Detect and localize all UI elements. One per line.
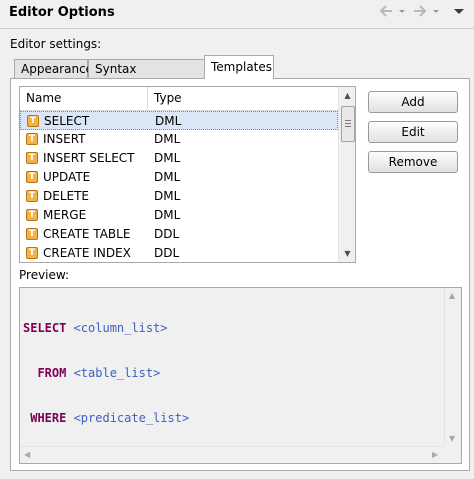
table-row[interactable]: T CREATE INDEX DDL — [20, 244, 338, 262]
table-row[interactable]: T DELETE DML — [20, 187, 338, 206]
table-vertical-scrollbar[interactable]: ▲ ▼ — [338, 87, 355, 262]
column-divider[interactable] — [147, 87, 148, 109]
code-line: WHERE <predicate_list> — [23, 411, 204, 426]
sql-placeholder: <table_list> — [66, 366, 161, 380]
template-type: DML — [154, 170, 181, 184]
table-header: Name Type — [20, 87, 338, 111]
window-title: Editor Options — [9, 5, 115, 20]
template-icon: T — [26, 133, 38, 145]
back-arrow-icon[interactable] — [378, 3, 394, 21]
template-type: DML — [154, 151, 181, 165]
sql-placeholder: <column_list> — [66, 321, 168, 335]
view-menu-icon[interactable] — [452, 3, 466, 21]
column-header-name[interactable]: Name — [26, 91, 61, 105]
preview-horizontal-scrollbar[interactable]: ◀ ▶ — [20, 446, 445, 463]
table-row[interactable]: T INSERT SELECT DML — [20, 149, 338, 168]
template-icon: T — [26, 228, 38, 240]
sql-placeholder: <predicate_list> — [66, 411, 190, 425]
template-icon: T — [26, 247, 38, 259]
sql-keyword: FROM — [37, 366, 67, 380]
template-icon: T — [26, 190, 38, 202]
template-type: DML — [154, 208, 181, 222]
sql-keyword: SELECT — [23, 321, 67, 335]
scrollbar-corner — [445, 447, 461, 463]
table-row[interactable]: T UPDATE DML — [20, 168, 338, 187]
code-line: SELECT <column_list> — [23, 321, 204, 336]
template-icon: T — [26, 209, 38, 221]
template-name: UPDATE — [43, 170, 91, 184]
edit-button[interactable]: Edit — [368, 121, 458, 143]
sql-keyword: WHERE — [30, 411, 67, 425]
template-icon: T — [26, 171, 38, 183]
template-type: DDL — [154, 227, 180, 241]
template-name: CREATE INDEX — [43, 246, 131, 260]
template-type: DML — [154, 189, 181, 203]
add-button[interactable]: Add — [368, 91, 458, 113]
header-divider — [0, 28, 474, 29]
tab-templates[interactable]: Templates — [204, 55, 274, 79]
scroll-up-icon[interactable]: ▲ — [339, 87, 355, 104]
template-name: INSERT SELECT — [43, 151, 135, 165]
scroll-left-icon[interactable]: ◀ — [24, 450, 30, 459]
editor-settings-label: Editor settings: — [10, 37, 102, 51]
templates-table: Name Type T SELECT DML T INSERT DML T IN… — [19, 86, 356, 263]
template-icon: T — [27, 115, 39, 127]
tab-appearance[interactable]: Appearance — [14, 59, 93, 78]
remove-button[interactable]: Remove — [368, 151, 458, 173]
template-icon: T — [26, 152, 38, 164]
preview-vertical-scrollbar[interactable]: ▲ ▼ — [444, 288, 461, 447]
template-name: CREATE TABLE — [43, 227, 131, 241]
code-line: FROM <table_list> — [23, 366, 204, 381]
scroll-up-icon[interactable]: ▲ — [449, 291, 455, 300]
scroll-down-icon[interactable]: ▼ — [449, 434, 455, 443]
forward-dropdown-icon[interactable] — [431, 3, 441, 21]
preview-code: SELECT <column_list> FROM <table_list> W… — [23, 291, 204, 463]
table-row[interactable]: T INSERT DML — [20, 130, 338, 149]
template-name: MERGE — [43, 208, 87, 222]
table-row[interactable]: T CREATE TABLE DDL — [20, 225, 338, 244]
template-name: SELECT — [44, 114, 90, 128]
scroll-down-icon[interactable]: ▼ — [339, 245, 355, 262]
template-type: DML — [154, 132, 181, 146]
scroll-right-icon[interactable]: ▶ — [432, 450, 438, 459]
tab-syntax-highlighting[interactable]: Syntax Highlighting — [88, 59, 205, 95]
template-type: DDL — [154, 246, 180, 260]
preview-pane: SELECT <column_list> FROM <table_list> W… — [19, 287, 462, 464]
table-row[interactable]: T MERGE DML — [20, 206, 338, 225]
scrollbar-thumb[interactable] — [341, 106, 355, 142]
forward-arrow-icon[interactable] — [412, 3, 428, 21]
template-name: INSERT — [43, 132, 86, 146]
template-type: DML — [155, 114, 182, 128]
preview-label: Preview: — [19, 268, 70, 282]
template-name: DELETE — [43, 189, 90, 203]
table-row[interactable]: T SELECT DML — [20, 111, 338, 130]
back-dropdown-icon[interactable] — [397, 3, 407, 21]
column-header-type[interactable]: Type — [154, 91, 182, 105]
